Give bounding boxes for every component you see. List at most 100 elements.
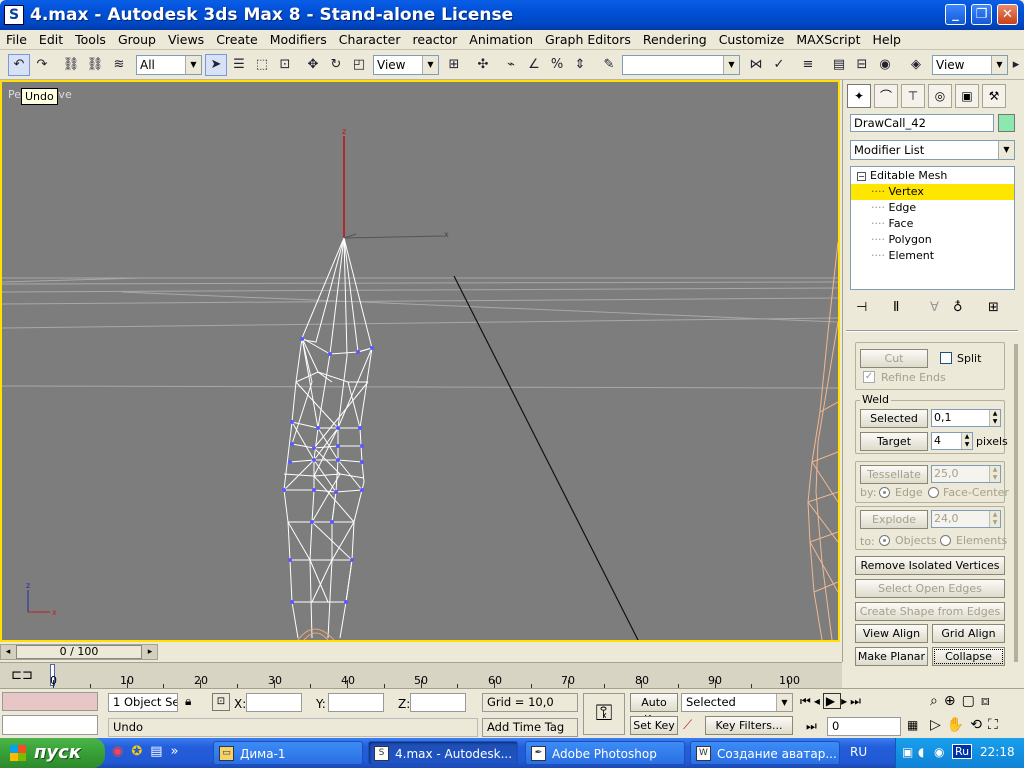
field-of-view-icon[interactable]: ▷ [930,717,947,733]
menu-character[interactable]: Character [333,30,407,50]
link-icon[interactable]: ⛓ [60,54,82,76]
grid-align-button[interactable]: Grid Align [932,624,1005,643]
render-view-dropdown[interactable]: View ▼ [932,55,1008,75]
menu-views[interactable]: Views [162,30,210,50]
object-name-input[interactable]: DrawCall_42 [850,114,994,132]
explode-button[interactable]: Explode [860,510,928,529]
time-forward-icon[interactable]: ▸ [144,645,156,659]
network-icon[interactable]: ▣ [902,745,913,759]
restore-button[interactable]: ❐ [971,4,992,25]
zoom-extents-icon[interactable]: ▢ [962,693,981,709]
mirror-icon[interactable]: ⋈ [745,54,767,76]
browser-icon[interactable]: ◉ [112,744,131,759]
add-time-tag[interactable]: Add Time Tag [482,718,578,737]
make-planar-button[interactable]: Make Planar [855,647,928,666]
zoom-all-icon[interactable]: ⊕ [944,693,962,709]
start-button[interactable]: пуск [0,738,105,768]
menu-customize[interactable]: Customize [713,30,791,50]
auto-key-button[interactable]: Auto Key [630,693,678,726]
maxscript-listener-mini[interactable] [2,692,98,711]
display-tab-icon[interactable]: ▣ [955,84,979,108]
render-scene-icon[interactable]: ◈ [905,54,927,76]
stack-item-element[interactable]: ···· Element [851,248,1014,264]
explode-angle-spinner[interactable]: 24,0 ▲ ▼ [931,510,1001,528]
view-align-button[interactable]: View Align [855,624,928,643]
redo-icon[interactable]: ↷ [31,54,53,76]
perspective-viewport[interactable]: z x z x [0,80,840,642]
move-icon[interactable]: ✥ [302,54,324,76]
menu-group[interactable]: Group [112,30,162,50]
go-to-end-icon[interactable]: ⏭ [850,694,864,708]
show-end-result-icon[interactable]: Ⅱ [893,300,899,315]
remove-modifier-icon[interactable]: ♁ [953,300,963,315]
unlink-icon[interactable]: ⛓ [84,54,106,76]
go-to-start-icon[interactable]: ⏮ [800,694,814,708]
y-coord-input[interactable] [328,693,384,712]
spinner-arrows-icon[interactable]: ▲ ▼ [961,433,972,449]
set-key-button[interactable]: Set Key [630,716,678,735]
tessellate-tension-spinner[interactable]: 25,0 ▲ ▼ [931,465,1001,483]
angle-snap-icon[interactable]: ∠ [523,54,545,76]
arc-rotate-icon[interactable]: ⟲ [970,717,988,733]
select-object-icon[interactable]: ➤ [205,54,227,76]
hierarchy-tab-icon[interactable]: ⊤ [901,84,925,108]
language-indicator[interactable]: RU [850,745,867,759]
make-unique-icon[interactable]: ∀ [930,300,939,315]
stack-item-vertex[interactable]: ···· Vertex [851,184,1014,200]
select-by-name-icon[interactable]: ☰ [228,54,250,76]
pan-icon[interactable]: ✋ [947,717,970,733]
lock-icon[interactable]: 🔒︎ [185,694,191,709]
more-icon[interactable]: » [171,744,187,759]
next-frame-icon[interactable]: ▸ [841,694,850,708]
stack-item-face[interactable]: ···· Face [851,216,1014,232]
security-icon[interactable]: ◉ [934,745,944,759]
named-selection-dropdown[interactable]: ▼ [622,55,740,75]
edit-named-selection-icon[interactable]: ✎ [598,54,620,76]
play-icon[interactable]: ▶ [822,693,842,709]
percent-snap-icon[interactable]: % [546,54,568,76]
create-shape-from-edges-button[interactable]: Create Shape from Edges [855,602,1005,621]
maximize-viewport-icon[interactable]: ⛶ [988,717,1004,733]
media-icon[interactable]: ▤ [150,744,170,759]
zoom-extents-all-icon[interactable]: ⧈ [981,693,996,709]
key-filters-button[interactable]: Key Filters... [705,716,793,735]
pivot-center-icon[interactable]: ⊞ [443,54,465,76]
menu-file[interactable]: File [0,30,33,50]
mini-curve-editor-icon[interactable]: ⊏⊐ [4,666,40,686]
task-folder[interactable]: ▭ Дима-1 [213,741,363,765]
utilities-tab-icon[interactable]: ⚒ [982,84,1006,108]
by-edge-radio[interactable] [879,487,890,498]
snap-icon[interactable]: ⌁ [500,54,522,76]
spinner-snap-icon[interactable]: ⇕ [569,54,591,76]
stack-item-editable-mesh[interactable]: − Editable Mesh [851,168,1014,184]
stack-item-polygon[interactable]: ···· Polygon [851,232,1014,248]
undo-icon[interactable]: ↶ [8,54,30,76]
time-configuration-icon[interactable]: ▦ [907,718,918,732]
time-back-icon[interactable]: ◂ [2,645,14,659]
game-icon[interactable]: ✪ [131,744,150,759]
weld-selected-button[interactable]: Selected [860,409,928,428]
weld-target-button[interactable]: Target [860,432,928,451]
collapse-icon[interactable]: − [857,171,866,181]
menu-help[interactable]: Help [866,30,907,50]
layer-manager-icon[interactable]: ≡ [797,54,819,76]
x-coord-input[interactable] [246,693,302,712]
spinner-arrows-icon[interactable]: ▲ ▼ [989,511,1000,527]
menu-graph-editors[interactable]: Graph Editors [539,30,637,50]
collapse-button[interactable]: Collapse [932,647,1005,666]
configure-sets-icon[interactable]: ⊞ [988,300,999,315]
zoom-icon[interactable]: ⌕ [930,693,944,709]
menu-rendering[interactable]: Rendering [637,30,713,50]
absolute-mode-icon[interactable]: ⊡ [212,693,230,711]
close-button[interactable]: ✕ [997,4,1018,25]
split-checkbox[interactable] [940,352,952,364]
material-editor-icon[interactable]: ◉ [874,54,896,76]
manipulate-icon[interactable]: ✣ [472,54,494,76]
menu-edit[interactable]: Edit [33,30,69,50]
maxscript-input[interactable] [2,715,98,735]
menu-reactor[interactable]: reactor [407,30,464,50]
selection-filter-dropdown[interactable]: All ▼ [136,55,202,75]
schematic-view-icon[interactable]: ⊟ [851,54,873,76]
remove-isolated-vertices-button[interactable]: Remove Isolated Vertices [855,556,1005,575]
tessellate-button[interactable]: Tessellate [860,465,928,484]
